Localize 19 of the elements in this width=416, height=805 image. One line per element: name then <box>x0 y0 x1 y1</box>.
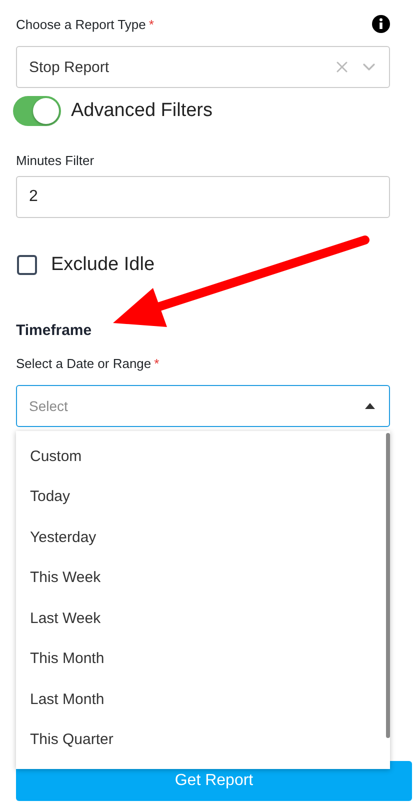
dropdown-option[interactable]: This Month <box>16 638 386 679</box>
toggle-label: Advanced Filters <box>71 100 213 122</box>
required-mark: * <box>154 356 160 370</box>
date-range-select[interactable]: Select <box>16 385 390 427</box>
dropdown-option[interactable]: This Quarter <box>16 720 386 760</box>
dropdown-option[interactable]: Last Week <box>16 598 386 638</box>
field-label: Minutes Filter <box>16 152 94 168</box>
dropdown-option[interactable]: This Week <box>16 558 386 598</box>
required-mark: * <box>148 16 154 32</box>
dropdown-option[interactable]: Custom <box>16 436 386 476</box>
section-heading: Timeframe <box>16 322 93 339</box>
dropdown-option[interactable]: Last Month <box>16 679 386 720</box>
minutes-input[interactable]: 2 <box>16 176 390 218</box>
field-label: Choose a Report Type <box>16 16 146 32</box>
dropdown-option[interactable]: Yesterday <box>16 517 386 558</box>
dropdown-option[interactable]: Today <box>16 476 386 517</box>
field-label: Select a Date or Range <box>16 356 152 370</box>
checkbox-label: Exclude Idle <box>51 254 155 276</box>
report-type-select[interactable]: Stop Report <box>16 46 390 88</box>
